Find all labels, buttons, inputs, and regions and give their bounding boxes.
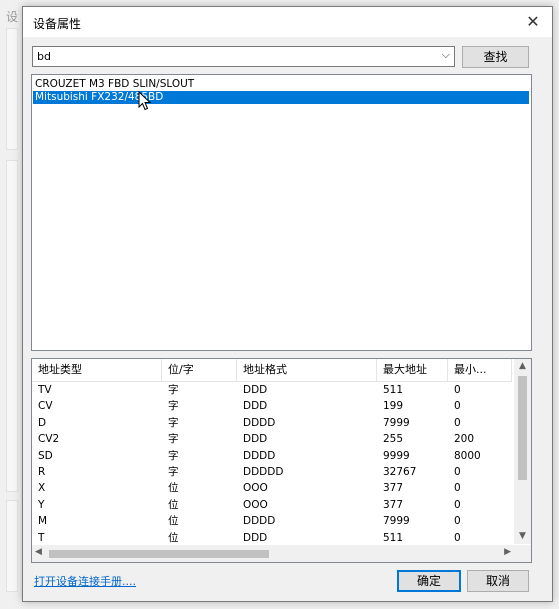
table-cell: 8000	[454, 449, 481, 462]
table-cell: R	[38, 466, 46, 478]
parent-panel	[6, 28, 18, 150]
scroll-down-icon[interactable]: ▼	[514, 531, 531, 541]
table-cell: 7999	[383, 416, 410, 429]
table-cell: TV	[38, 384, 52, 396]
table-header: 地址类型 位/字 地址格式 最大地址 最小...	[32, 359, 512, 382]
table-cell: CV2	[38, 433, 60, 446]
scrollbar-corner	[514, 545, 531, 562]
table-cell: X	[38, 482, 46, 495]
column-header[interactable]: 最大地址	[377, 359, 448, 381]
table-cell: DDD	[243, 531, 268, 544]
table-cell: 位	[168, 515, 179, 528]
column-header[interactable]: 位/字	[162, 359, 237, 381]
device-list-item[interactable]: Mitsubishi FX232/485BD	[33, 91, 529, 104]
table-cell: SD	[38, 449, 53, 462]
table-cell: 0	[454, 515, 461, 528]
mouse-pointer-icon	[138, 91, 152, 111]
table-cell: 0	[454, 498, 461, 511]
table-cell: 0	[454, 482, 461, 495]
device-search-value[interactable]: bd	[37, 50, 51, 63]
table-cell: 0	[454, 400, 461, 413]
table-cell: 0	[454, 466, 461, 478]
table-cell: CV	[38, 400, 53, 413]
table-cell: 9999	[383, 449, 410, 462]
table-cell: 199	[383, 400, 404, 413]
dialog-title: 设备属性	[33, 17, 82, 31]
table-cell: DDDD	[243, 416, 276, 429]
close-icon[interactable]: ✕	[520, 9, 546, 35]
table-cell: DDDDD	[243, 466, 284, 478]
table-cell: 字	[168, 466, 179, 478]
table-cell: 7999	[383, 515, 410, 528]
horizontal-scroll-thumb[interactable]	[49, 550, 269, 558]
address-table[interactable]: 地址类型 位/字 地址格式 最大地址 最小... TV 字 DDD 511 0 CV 字 DDD 199…	[31, 358, 532, 563]
table-row[interactable]: CV2 字 DDD 255 200	[32, 431, 512, 447]
parent-panel	[6, 160, 18, 492]
table-cell: 位	[168, 498, 179, 511]
column-header[interactable]: 地址类型	[32, 359, 162, 381]
table-row[interactable]: T 位 DDD 511 0	[32, 530, 512, 546]
parent-panel	[6, 500, 18, 592]
scroll-up-icon[interactable]: ▲	[514, 361, 531, 371]
table-row[interactable]: Y 位 OOO 377 0	[32, 497, 512, 513]
table-cell: 255	[383, 433, 404, 446]
table-cell: 字	[168, 384, 179, 396]
table-cell: OOO	[243, 498, 268, 511]
table-cell: 字	[168, 433, 179, 446]
table-cell: 0	[454, 531, 461, 544]
horizontal-scrollbar[interactable]: ◀ ▶	[32, 545, 514, 562]
table-cell: D	[38, 416, 47, 429]
table-cell: 位	[168, 482, 179, 495]
table-cell: 位	[168, 531, 179, 544]
table-cell: 511	[383, 384, 404, 396]
table-cell: 0	[454, 416, 461, 429]
table-cell: DDDD	[243, 449, 276, 462]
table-row[interactable]: R 字 DDDDD 32767 0	[32, 464, 512, 480]
table-cell: 字	[168, 449, 179, 462]
ok-button[interactable]: 确定	[397, 570, 461, 592]
table-cell: Y	[38, 498, 45, 511]
table-cell: 32767	[383, 466, 417, 478]
table-cell: 0	[454, 384, 461, 396]
scroll-left-icon[interactable]: ◀	[35, 547, 42, 557]
vertical-scrollbar[interactable]: ▲ ▼	[514, 359, 531, 544]
vertical-scroll-thumb[interactable]	[518, 376, 527, 480]
table-row[interactable]: SD 字 DDDD 9999 8000	[32, 448, 512, 464]
scroll-right-icon[interactable]: ▶	[504, 547, 511, 557]
column-header[interactable]: 最小...	[448, 359, 512, 381]
table-row[interactable]: M 位 DDDD 7999 0	[32, 513, 512, 529]
device-properties-dialog: 设备属性 ✕ bd ⌵ 查找 CROUZET M3 FBD SLIN/SLOUT…	[22, 6, 553, 602]
table-row[interactable]: CV 字 DDD 199 0	[32, 398, 512, 414]
table-cell: 200	[454, 433, 475, 446]
table-cell: 511	[383, 531, 404, 544]
dialog-titlebar: 设备属性 ✕	[23, 7, 552, 37]
table-cell: 字	[168, 400, 179, 413]
column-header[interactable]: 地址格式	[237, 359, 377, 381]
table-cell: M	[38, 515, 48, 528]
parent-window-title: 设	[6, 10, 19, 24]
device-search-combobox[interactable]: bd ⌵	[32, 46, 455, 67]
chevron-down-icon[interactable]: ⌵	[442, 48, 450, 62]
cancel-button[interactable]: 取消	[467, 570, 529, 592]
table-cell: 377	[383, 498, 404, 511]
open-manual-link[interactable]: 打开设备连接手册....	[34, 573, 136, 589]
table-row[interactable]: D 字 DDDD 7999 0	[32, 415, 512, 431]
table-row[interactable]: X 位 OOO 377 0	[32, 480, 512, 496]
table-cell: DDDD	[243, 515, 276, 528]
table-cell: T	[38, 531, 45, 544]
table-row[interactable]: TV 字 DDD 511 0	[32, 382, 512, 398]
table-cell: DDD	[243, 400, 268, 413]
table-cell: 字	[168, 416, 179, 429]
device-list[interactable]: CROUZET M3 FBD SLIN/SLOUT Mitsubishi FX23…	[31, 74, 532, 351]
table-cell: DDD	[243, 433, 268, 446]
table-cell: DDD	[243, 384, 268, 396]
find-button[interactable]: 查找	[462, 46, 529, 68]
table-cell: 377	[383, 482, 404, 495]
table-cell: OOO	[243, 482, 268, 495]
device-list-item[interactable]: CROUZET M3 FBD SLIN/SLOUT	[33, 78, 529, 91]
